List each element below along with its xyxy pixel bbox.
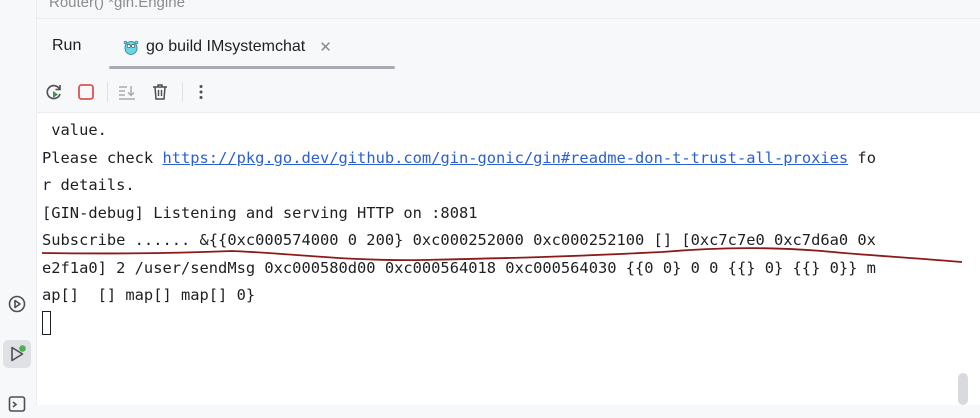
editor-text: Router() *gin.Engine [49,0,185,11]
stop-icon [78,84,94,100]
console-line: e2f1a0] 2 /user/sendMsg 0xc000580d00 0xc… [42,258,876,277]
scroll-to-end-button[interactable] [115,80,139,104]
stop-button[interactable] [74,80,98,104]
toolbar-separator [107,82,108,102]
tab-label: go build IMsystemchat [146,38,306,55]
trash-icon [153,84,167,100]
rerun-button[interactable] [42,80,66,104]
console-text: value. Please check https://pkg.go.dev/g… [42,117,876,337]
toolbar-separator [182,82,183,102]
more-vertical-icon [199,85,203,99]
active-tab-indicator [109,66,395,69]
console-line: Subscribe ...... &{{0xc000574000 0 200} … [42,231,876,249]
console-line: [GIN-debug] Listening and serving HTTP o… [42,203,478,222]
run-tool-window-header: Run go build IMsystemchat ✕ [37,19,980,71]
vertical-scrollbar[interactable] [958,373,968,405]
services-icon [8,295,26,313]
run-tool-icon [11,345,26,362]
console-line: ap[] [] map[] map[] 0} [42,286,256,304]
tool-window-strip [0,0,37,412]
run-toolbar [37,72,980,113]
terminal-icon [8,396,26,412]
input-cursor[interactable] [42,311,51,335]
tab-close-icon[interactable]: ✕ [319,38,332,56]
console-line: r details. [42,176,135,194]
proxy-docs-link[interactable]: https://pkg.go.dev/github.com/gin-gonic/… [162,149,848,167]
terminal-tool-button[interactable] [3,390,31,418]
services-tool-button[interactable] [3,290,31,318]
console-output[interactable]: value. Please check https://pkg.go.dev/g… [37,113,980,405]
clear-all-button[interactable] [148,80,172,104]
editor-partial-line: Router() *gin.Engine [37,0,980,19]
more-options-button[interactable] [189,80,213,104]
console-line: Please check [42,148,163,167]
scroll-to-end-icon [119,86,135,100]
run-window-title: Run [52,37,82,54]
tab-run-configuration[interactable]: go build IMsystemchat ✕ [122,35,332,59]
gopher-icon [123,40,139,55]
run-tool-button[interactable] [3,340,31,368]
console-line: fo [848,148,876,167]
console-line: value. [42,121,107,139]
rerun-icon [46,84,61,100]
